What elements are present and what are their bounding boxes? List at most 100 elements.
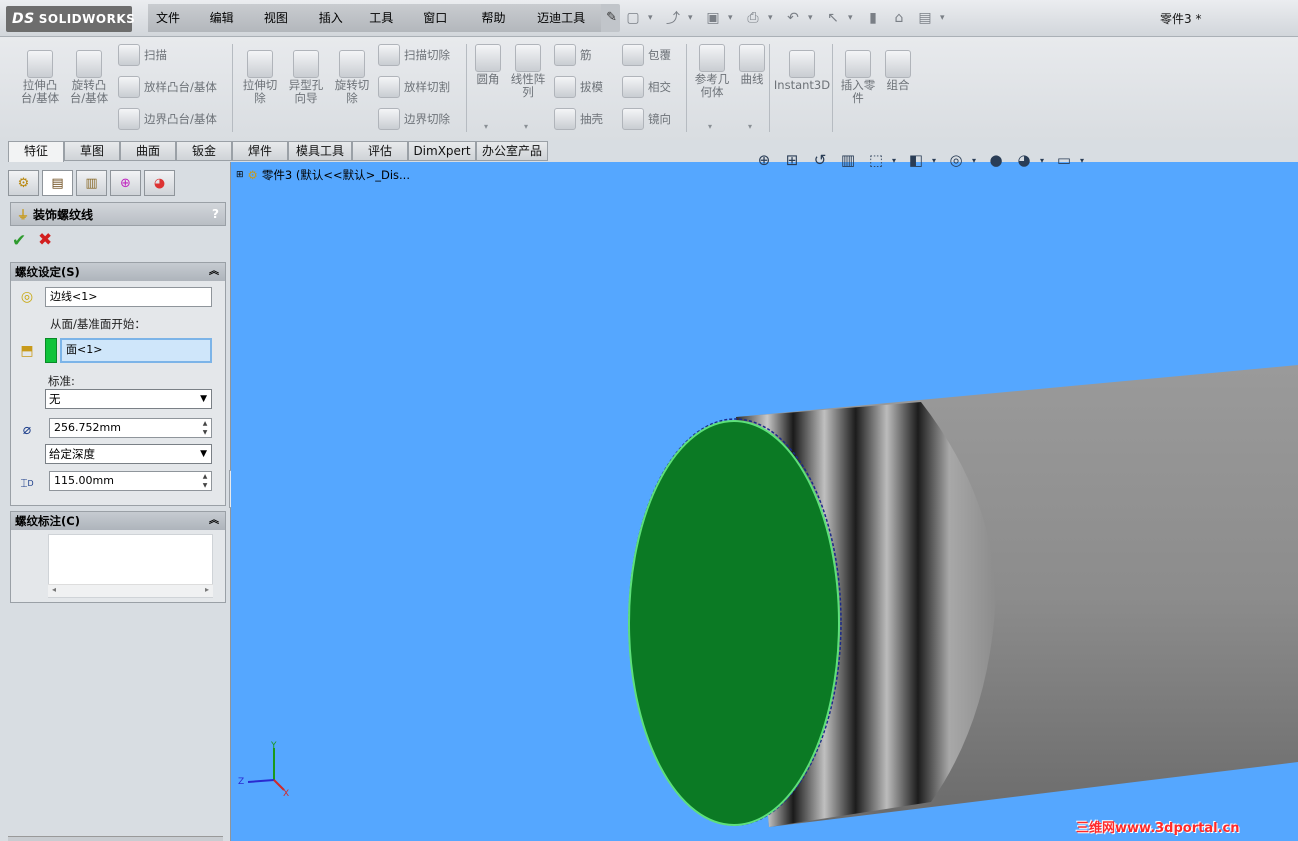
property-manager-tab-icon[interactable]: ▤ xyxy=(42,170,73,196)
new-icon[interactable]: ▢ xyxy=(622,7,644,29)
lofted-cut-button[interactable]: 放样切割 xyxy=(378,76,450,98)
thread-callout-header[interactable]: 螺纹标注(C) ︽ xyxy=(11,512,225,530)
thread-settings-header[interactable]: 螺纹设定(S) ︽ xyxy=(11,263,225,281)
tab[interactable]: 曲面 xyxy=(120,141,176,161)
chevron-down-icon[interactable]: ▾ xyxy=(848,13,858,23)
boundary-boss-button[interactable]: 边界凸台/基体 xyxy=(118,108,217,130)
chevron-down-icon[interactable]: ▾ xyxy=(808,13,818,23)
chevron-down-icon[interactable]: ▾ xyxy=(648,13,658,23)
hole-wizard-button[interactable]: 异型孔 向导 xyxy=(284,50,328,105)
intersect-button[interactable]: 相交 xyxy=(622,76,671,98)
chevron-down-icon[interactable]: ▾ xyxy=(708,122,712,131)
menu-item[interactable]: 工具(T) xyxy=(361,4,416,53)
tab[interactable]: 钣金 xyxy=(176,141,232,161)
chevron-down-icon[interactable]: ▾ xyxy=(748,122,752,131)
chevron-down-icon[interactable]: ▾ xyxy=(972,156,980,165)
display-style-icon[interactable]: ◧ xyxy=(904,148,928,172)
reference-geometry-button[interactable]: 参考几 何体 xyxy=(690,44,734,99)
solidworks-logo[interactable]: DS SOLIDWORKS xyxy=(6,6,135,32)
select-icon[interactable]: ↖ xyxy=(822,7,844,29)
tab[interactable]: 办公室产品 xyxy=(476,141,548,161)
edge-selection-field[interactable]: 边线<1> xyxy=(45,287,212,307)
display-manager-tab-icon[interactable]: ◕ xyxy=(144,170,175,196)
help-button[interactable]: ? xyxy=(212,207,219,221)
chevron-down-icon[interactable]: ▾ xyxy=(524,122,528,131)
linear-pattern-button[interactable]: 线性阵 列 xyxy=(506,44,550,99)
apply-scene-icon[interactable]: ◕ xyxy=(1012,148,1036,172)
chevron-down-icon[interactable]: ▾ xyxy=(1080,156,1088,165)
zoom-to-fit-icon[interactable]: ⊕ xyxy=(752,148,776,172)
mirror-button[interactable]: 镜向 xyxy=(622,108,671,130)
print-icon[interactable]: ⎙ xyxy=(742,7,764,29)
revolve-cut-button[interactable]: 旋转切 除 xyxy=(330,50,374,105)
options-icon[interactable]: ▤ xyxy=(914,7,936,29)
fillet-button[interactable]: 圆角 xyxy=(472,44,504,86)
chevron-down-icon[interactable]: ▾ xyxy=(940,13,950,23)
sweep-button[interactable]: 扫描 xyxy=(118,44,167,66)
undo-icon[interactable]: ↶ xyxy=(782,7,804,29)
file-props-icon[interactable]: ⌂ xyxy=(888,7,910,29)
feature-tree-root[interactable]: ⊞ ⚙ 零件3 (默认<<默认>_Dis... xyxy=(236,167,410,183)
chevron-down-icon[interactable]: ▾ xyxy=(1040,156,1048,165)
revolve-boss-button[interactable]: 旋转凸 台/基体 xyxy=(67,50,111,105)
chevron-right-icon[interactable]: ▸ xyxy=(205,585,209,594)
save-icon[interactable]: ▣ xyxy=(702,7,724,29)
edit-appearance-icon[interactable]: ● xyxy=(984,148,1008,172)
tab[interactable]: 模具工具 xyxy=(288,141,352,161)
graphics-viewport[interactable] xyxy=(231,162,1298,841)
diameter-field[interactable]: 256.752mm ▲ ▼ xyxy=(49,418,212,438)
rib-button[interactable]: 筋 xyxy=(554,44,592,66)
previous-view-icon[interactable]: ↺ xyxy=(808,148,832,172)
shell-button[interactable]: 抽壳 xyxy=(554,108,603,130)
view-orientation-icon[interactable]: ⬚ xyxy=(864,148,888,172)
swept-cut-button[interactable]: 扫描切除 xyxy=(378,44,450,66)
bottom-tabs[interactable] xyxy=(8,836,223,841)
wrap-button[interactable]: 包覆 xyxy=(622,44,671,66)
selected-face[interactable] xyxy=(628,420,840,826)
cancel-button[interactable]: ✖ xyxy=(38,230,52,250)
ok-button[interactable]: ✔ xyxy=(12,231,26,251)
hide-show-items-icon[interactable]: ◎ xyxy=(944,148,968,172)
open-icon[interactable]: ⤴ xyxy=(662,7,684,29)
menu-item[interactable]: 编辑(E) xyxy=(201,4,256,53)
depth-field[interactable]: 115.00mm ▲ ▼ xyxy=(49,471,212,491)
spinner-icon[interactable]: ▲ ▼ xyxy=(199,419,211,437)
chevron-down-icon[interactable]: ▾ xyxy=(932,156,940,165)
part-model[interactable] xyxy=(231,162,1298,841)
chevron-down-icon[interactable]: ▾ xyxy=(768,13,778,23)
menu-item[interactable]: 视图(V) xyxy=(255,4,311,53)
feature-tree-tab-icon[interactable]: ⚙ xyxy=(8,170,39,196)
menu-item[interactable]: 帮助(H) xyxy=(473,4,530,53)
face-selection-field[interactable]: 面<1> xyxy=(60,338,212,363)
curves-button[interactable]: 曲线 xyxy=(736,44,768,86)
insert-part-button[interactable]: 插入零 件 xyxy=(836,50,880,105)
tab[interactable]: 评估 xyxy=(352,141,408,161)
pin-icon[interactable]: ✎ xyxy=(603,9,620,27)
chevron-down-icon[interactable]: ▾ xyxy=(484,122,488,131)
combine-button[interactable]: 组合 xyxy=(882,50,914,92)
extrude-cut-button[interactable]: 拉伸切 除 xyxy=(238,50,282,105)
chevron-down-icon[interactable]: ▾ xyxy=(728,13,738,23)
extrude-boss-button[interactable]: 拉伸凸 台/基体 xyxy=(18,50,62,105)
chevron-down-icon[interactable]: ▾ xyxy=(892,156,900,165)
view-settings-icon[interactable]: ▭ xyxy=(1052,148,1076,172)
boundary-cut-button[interactable]: 边界切除 xyxy=(378,108,450,130)
menu-item[interactable]: 文件(F) xyxy=(148,4,202,53)
horizontal-scrollbar[interactable]: ◂ ▸ xyxy=(48,584,213,597)
section-view-icon[interactable]: ▥ xyxy=(836,148,860,172)
draft-button[interactable]: 拔模 xyxy=(554,76,603,98)
end-condition-select[interactable]: 给定深度 ▼ xyxy=(45,444,212,464)
instant3d-button[interactable]: Instant3D xyxy=(774,50,830,92)
tab[interactable]: 特征 xyxy=(8,141,64,162)
dimxpert-tab-icon[interactable]: ⊕ xyxy=(110,170,141,196)
menu-item[interactable]: 迈迪工具集 xyxy=(529,4,602,53)
menu-item[interactable]: 窗口(W) xyxy=(415,4,474,53)
chevron-left-icon[interactable]: ◂ xyxy=(52,585,56,594)
zoom-to-area-icon[interactable]: ⊞ xyxy=(780,148,804,172)
collapse-icon[interactable]: ︽ xyxy=(209,512,219,530)
spinner-icon[interactable]: ▲ ▼ xyxy=(199,472,211,490)
collapse-icon[interactable]: ︽ xyxy=(209,263,219,281)
tab[interactable]: 草图 xyxy=(64,141,120,161)
standard-select[interactable]: 无 ▼ xyxy=(45,389,212,409)
tab[interactable]: 焊件 xyxy=(232,141,288,161)
